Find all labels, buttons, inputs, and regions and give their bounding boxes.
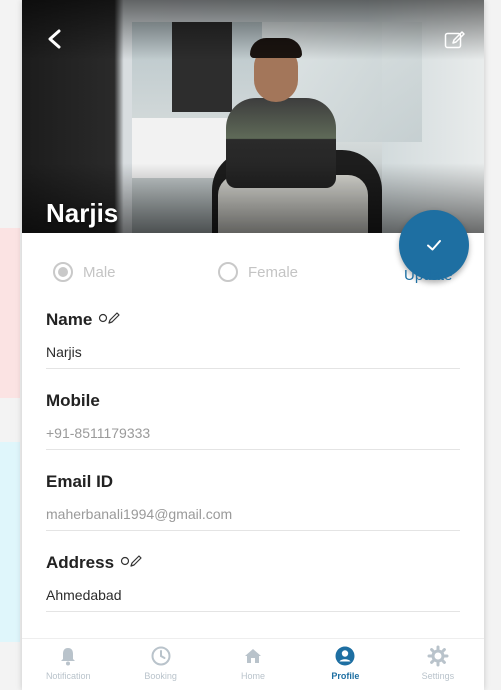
update-button[interactable]: Update — [404, 267, 452, 284]
tab-label: Booking — [144, 671, 177, 681]
profile-screen: Narjis Male Female Update Name Narjis Mo… — [22, 0, 484, 690]
divider — [46, 611, 460, 612]
profile-name-title: Narjis — [46, 198, 119, 228]
divider — [46, 530, 460, 531]
email-field: Email ID maherbanali1994@gmail.com — [46, 472, 460, 532]
tab-profile[interactable]: Profile — [299, 639, 391, 690]
edit-pencil-icon[interactable] — [120, 553, 142, 573]
tab-label: Profile — [331, 671, 360, 681]
tab-label: Settings — [421, 671, 455, 681]
divider — [46, 449, 460, 450]
radio-selected-icon — [53, 262, 73, 282]
gear-icon — [427, 645, 449, 667]
name-field-value[interactable]: Narjis — [46, 344, 82, 360]
address-field-value[interactable]: Ahmedabad — [46, 587, 122, 603]
name-field: Name Narjis — [46, 310, 460, 370]
checkmark-icon — [427, 240, 441, 251]
background-panel-cyan — [0, 442, 20, 642]
radio-unselected-icon — [218, 262, 238, 282]
name-field-label: Name — [46, 310, 93, 329]
tab-settings[interactable]: Settings — [392, 639, 484, 690]
clock-icon — [151, 646, 171, 666]
back-arrow-icon[interactable] — [44, 28, 66, 50]
gender-radio-male[interactable]: Male — [53, 262, 116, 282]
address-field: Address Ahmedabad — [46, 553, 460, 613]
edit-pencil-icon[interactable] — [98, 310, 120, 330]
tab-booking[interactable]: Booking — [114, 639, 206, 690]
user-icon — [335, 646, 355, 666]
gender-radio-female[interactable]: Female — [218, 262, 298, 282]
email-field-label: Email ID — [46, 472, 114, 491]
gender-radio-label: Female — [248, 263, 299, 281]
tab-label: Home — [241, 671, 266, 681]
tab-label: Notification — [45, 671, 91, 681]
gender-radio-label: Male — [83, 263, 116, 281]
edit-photo-icon[interactable] — [444, 30, 466, 50]
bell-icon — [61, 648, 76, 666]
divider — [46, 368, 460, 369]
tab-notification[interactable]: Notification — [22, 639, 114, 690]
bottom-tab-bar: Notification Booking Home Profile Settin… — [22, 638, 484, 690]
address-field-label: Address — [46, 553, 115, 572]
mobile-field-label: Mobile — [46, 391, 100, 410]
tab-home[interactable]: Home — [207, 639, 299, 690]
home-icon — [245, 649, 262, 663]
mobile-field-value: +91-8511179333 — [46, 425, 151, 441]
email-field-value: maherbanali1994@gmail.com — [46, 506, 233, 522]
mobile-field: Mobile +91-8511179333 — [46, 391, 460, 451]
profile-header-photo: Narjis — [22, 0, 484, 233]
background-panel-pink — [0, 228, 20, 398]
header-top-gradient — [22, 0, 484, 60]
